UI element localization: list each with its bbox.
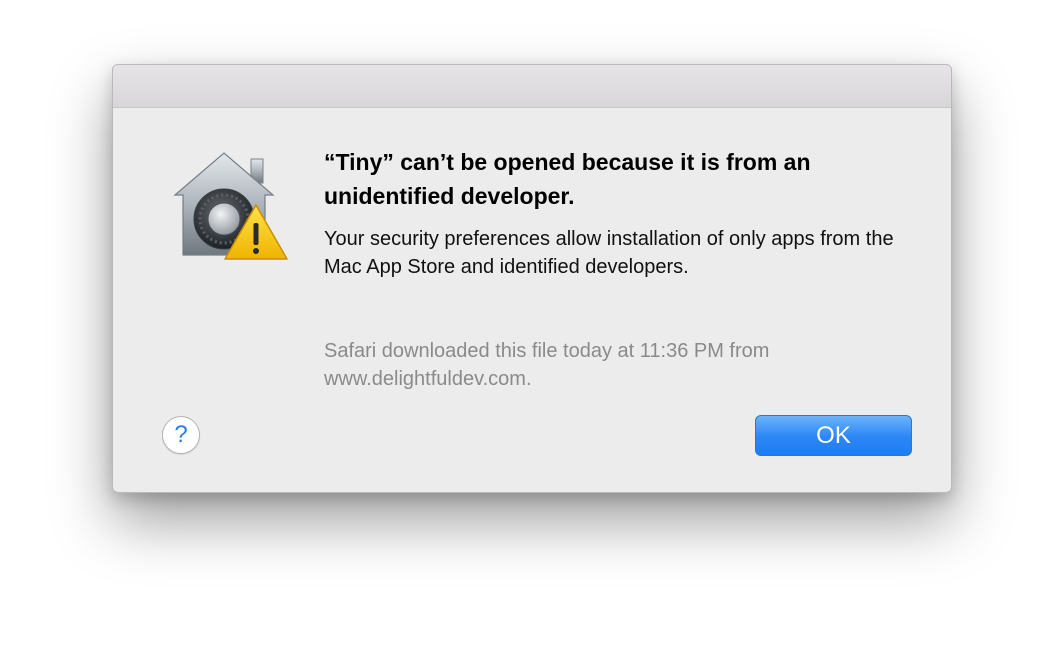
dialog-titlebar[interactable] [113, 65, 951, 108]
screen: “Tiny” can’t be opened because it is fro… [0, 0, 1064, 654]
help-button[interactable]: ? [162, 416, 200, 454]
alert-dialog: “Tiny” can’t be opened because it is fro… [112, 64, 952, 493]
ok-button-label: OK [816, 421, 851, 449]
download-source-note: Safari downloaded this file today at 11:… [324, 340, 770, 390]
dialog-title: “Tiny” can’t be opened because it is fro… [324, 149, 811, 209]
dialog-message: Your security preferences allow installa… [324, 228, 894, 278]
question-mark-icon: ? [174, 421, 188, 448]
gatekeeper-security-warning-icon [167, 149, 289, 265]
ok-button[interactable]: OK [755, 415, 912, 456]
